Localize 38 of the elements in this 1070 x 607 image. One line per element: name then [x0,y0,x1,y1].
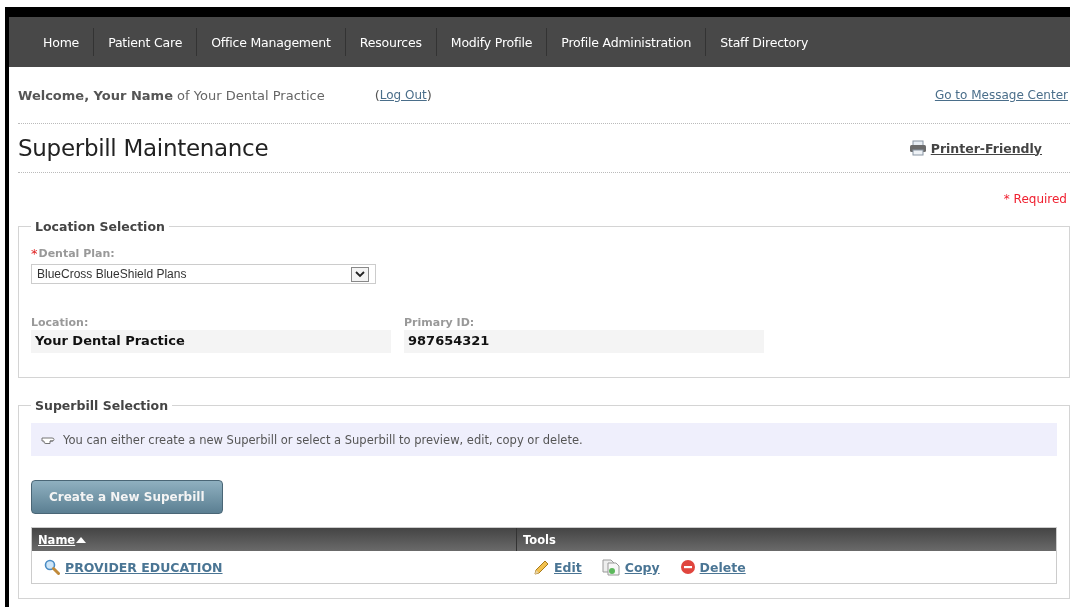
field-label: Location: [31,316,90,329]
paren-text: ) [426,87,432,103]
sort-ascending-icon [76,536,87,543]
tool-link[interactable]: Edit [554,559,582,575]
dental-plan-dropdown[interactable]: BlueCross BlueShield Plans [31,264,376,284]
welcome-text: Welcome, Your Name of Your Dental Practice [18,87,325,103]
primary-id-field: 987654321 [404,330,764,353]
section-legend: Superbill Selection [31,398,173,413]
column-header[interactable]: Tools [517,528,1056,551]
message-center-link[interactable]: Go to Message Center [934,88,1068,102]
magnifier-icon [44,559,60,575]
nav-item[interactable]: Profile Administration [547,34,706,50]
paren-text: ( [374,87,380,103]
column-header[interactable]: Name [32,528,517,551]
minus-circle-icon [679,559,696,575]
tool-link[interactable]: Copy [624,559,660,575]
nav-item[interactable]: Modify Profile [436,34,547,50]
nav-item[interactable]: Patient Care [94,34,197,50]
hint-text: You can either create a new Superbill or select a Superbill to preview, edit, copy or delete. [63,432,583,447]
required-asterisk-text: * [31,246,38,261]
nav-item[interactable]: Resources [345,34,436,50]
field-label: Dental Plan: [38,247,115,260]
location-field: Your Dental Practice [31,330,391,353]
tool-link[interactable]: Delete [699,559,746,575]
section-legend: Location Selection [31,219,169,234]
field-label: Primary ID: [404,316,476,329]
printer-friendly-link[interactable]: Printer-Friendly [930,140,1042,156]
page-title: Superbill Maintenance [18,135,269,161]
nav-item[interactable]: Home [29,34,94,50]
log-out-link[interactable]: Log Out [379,88,427,102]
superbill-name-link[interactable]: PROVIDER EDUCATION [65,559,223,575]
copy-icon [601,558,621,576]
chevron-down-icon [351,266,369,282]
nav-item[interactable]: Office Management [197,34,345,50]
nav-item[interactable]: Staff Directory [706,34,823,50]
pencil-icon [533,558,550,576]
required-note: * Required [1003,192,1067,206]
printer-icon [908,140,927,156]
